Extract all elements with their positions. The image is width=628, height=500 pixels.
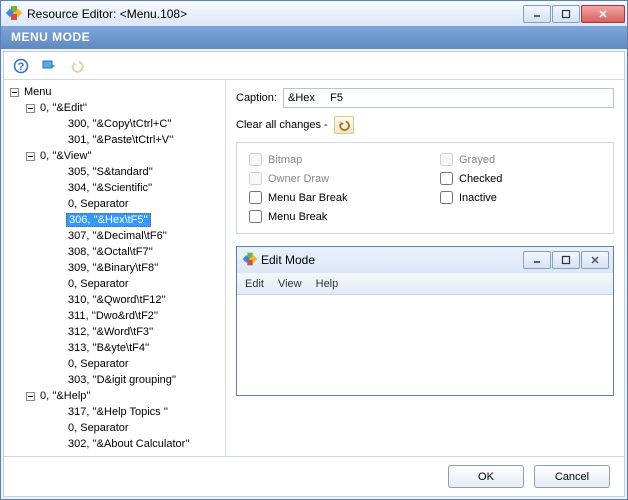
tree-item[interactable]: 301, ''&Paste\tCtrl+V'' [6,132,223,148]
mode-header: MENU MODE [1,26,627,49]
tree-item-label: 0, ''&Edit'' [38,102,89,114]
inner-close-button[interactable] [581,251,609,269]
tree-item-label: 303, ''D&igit grouping'' [66,374,178,386]
grayed-checkbox: Grayed [440,153,601,166]
tree-item[interactable]: 306, ''&Hex\tF5'' [6,212,223,228]
maximize-button[interactable] [552,5,580,23]
expand-icon[interactable] [24,102,36,114]
tree-item[interactable]: 304, ''&Scientific'' [6,180,223,196]
expand-icon[interactable] [24,390,36,402]
inner-maximize-button[interactable] [552,251,580,269]
clear-changes-label: Clear all changes - [236,119,328,131]
bitmap-checkbox: Bitmap [249,153,410,166]
tree-item[interactable]: 302, ''&About Calculator'' [6,436,223,452]
tree-item[interactable]: 303, ''D&igit grouping'' [6,372,223,388]
menu-break-checkbox[interactable]: Menu Break [249,210,410,223]
tree-item-label: 313, ''B&yte\tF4'' [66,342,151,354]
caption-label: Caption: [236,92,277,104]
tree-item[interactable]: Menu [6,84,223,100]
app-icon [7,6,23,22]
tree-item[interactable]: 0, Separator [6,196,223,212]
tree-item-label: 310, ''&Qword\tF12'' [66,294,168,306]
tree-item-label: 0, ''&View'' [38,150,94,162]
app-icon [243,252,257,269]
options-group: Bitmap Grayed Owner Draw Checked Menu Ba… [236,142,614,234]
inner-menubar[interactable]: Edit View Help [237,273,613,295]
menu-tree[interactable]: Menu 0, ''&Edit'' 300, ''&Copy\tCtrl+C'' 30… [4,80,226,456]
inner-menu-item[interactable]: Help [316,278,339,290]
tree-item-label: 317, ''&Help Topics '' [66,406,170,418]
tree-item[interactable]: 305, ''S&tandard'' [6,164,223,180]
tree-item-label: 300, ''&Copy\tCtrl+C'' [66,118,173,130]
tree-item[interactable]: 317, ''&Help Topics '' [6,404,223,420]
tree-item-label: 307, ''&Decimal\tF6'' [66,230,169,242]
inner-titlebar[interactable]: Edit Mode [237,247,613,273]
close-button[interactable] [581,5,625,23]
expand-icon[interactable] [24,150,36,162]
tree-item[interactable]: 300, ''&Copy\tCtrl+C'' [6,116,223,132]
content-area: ? Menu 0, ''&Edit'' 300, ''&Copy\tCtrl+C''… [3,51,625,497]
expand-icon[interactable] [8,86,20,98]
svg-text:?: ? [18,61,25,73]
window-title: Resource Editor: <Menu.108> [27,7,522,21]
tree-item[interactable]: 0, Separator [6,356,223,372]
edit-mode-window: Edit Mode Edit View Help [236,246,614,396]
titlebar[interactable]: Resource Editor: <Menu.108> [1,1,627,26]
undo-button[interactable] [66,55,88,77]
tree-item-label: 305, ''S&tandard'' [66,166,155,178]
owner-draw-checkbox: Owner Draw [249,172,410,185]
cancel-button[interactable]: Cancel [534,465,610,488]
tree-item[interactable]: 312, ''&Word\tF3'' [6,324,223,340]
tree-item-label: 302, ''&About Calculator'' [66,438,192,450]
tree-item-label: 306, ''&Hex\tF5'' [66,213,151,227]
tree-item[interactable]: 0, ''&Edit'' [6,100,223,116]
checked-checkbox[interactable]: Checked [440,172,601,185]
tree-item[interactable]: 313, ''B&yte\tF4'' [6,340,223,356]
refresh-button[interactable] [38,55,60,77]
inner-window-title: Edit Mode [261,253,522,267]
inner-menu-item[interactable]: Edit [245,278,264,290]
tree-item[interactable]: 0, ''&Help'' [6,388,223,404]
tree-item[interactable]: 0, ''&View'' [6,148,223,164]
tree-item-label: 0, Separator [66,358,131,370]
inner-minimize-button[interactable] [523,251,551,269]
help-button[interactable]: ? [10,55,32,77]
minimize-button[interactable] [523,5,551,23]
tree-item[interactable]: 308, ''&Octal\tF7'' [6,244,223,260]
properties-panel: Caption: Clear all changes - Bitmap Gray… [226,80,624,456]
tree-item[interactable]: 0, Separator [6,420,223,436]
tree-item[interactable]: 0, Separator [6,276,223,292]
inner-body [237,295,613,395]
tree-item[interactable]: 310, ''&Qword\tF12'' [6,292,223,308]
tree-item[interactable]: 307, ''&Decimal\tF6'' [6,228,223,244]
tree-item-label: 0, ''&Help'' [38,390,93,402]
inactive-checkbox[interactable]: Inactive [440,191,601,204]
tree-item[interactable]: 309, ''&Binary\tF8'' [6,260,223,276]
tree-item-label: 0, Separator [66,198,131,210]
main-window: Resource Editor: <Menu.108> MENU MODE ? … [0,0,628,500]
caption-input[interactable] [283,88,614,108]
toolbar: ? [4,52,624,80]
tree-item[interactable]: 311, ''Dwo&rd\tF2'' [6,308,223,324]
tree-item-label: 312, ''&Word\tF3'' [66,326,155,338]
menu-bar-break-checkbox[interactable]: Menu Bar Break [249,191,410,204]
tree-item-label: Menu [22,86,54,98]
clear-changes-button[interactable] [334,116,354,134]
footer: OK Cancel [4,456,624,496]
tree-item-label: 308, ''&Octal\tF7'' [66,246,155,258]
ok-button[interactable]: OK [448,465,524,488]
inner-menu-item[interactable]: View [278,278,302,290]
tree-item-label: 309, ''&Binary\tF8'' [66,262,160,274]
tree-item-label: 301, ''&Paste\tCtrl+V'' [66,134,175,146]
tree-item-label: 311, ''Dwo&rd\tF2'' [66,310,160,322]
tree-item-label: 0, Separator [66,422,131,434]
tree-item-label: 304, ''&Scientific'' [66,182,154,194]
tree-item-label: 0, Separator [66,278,131,290]
